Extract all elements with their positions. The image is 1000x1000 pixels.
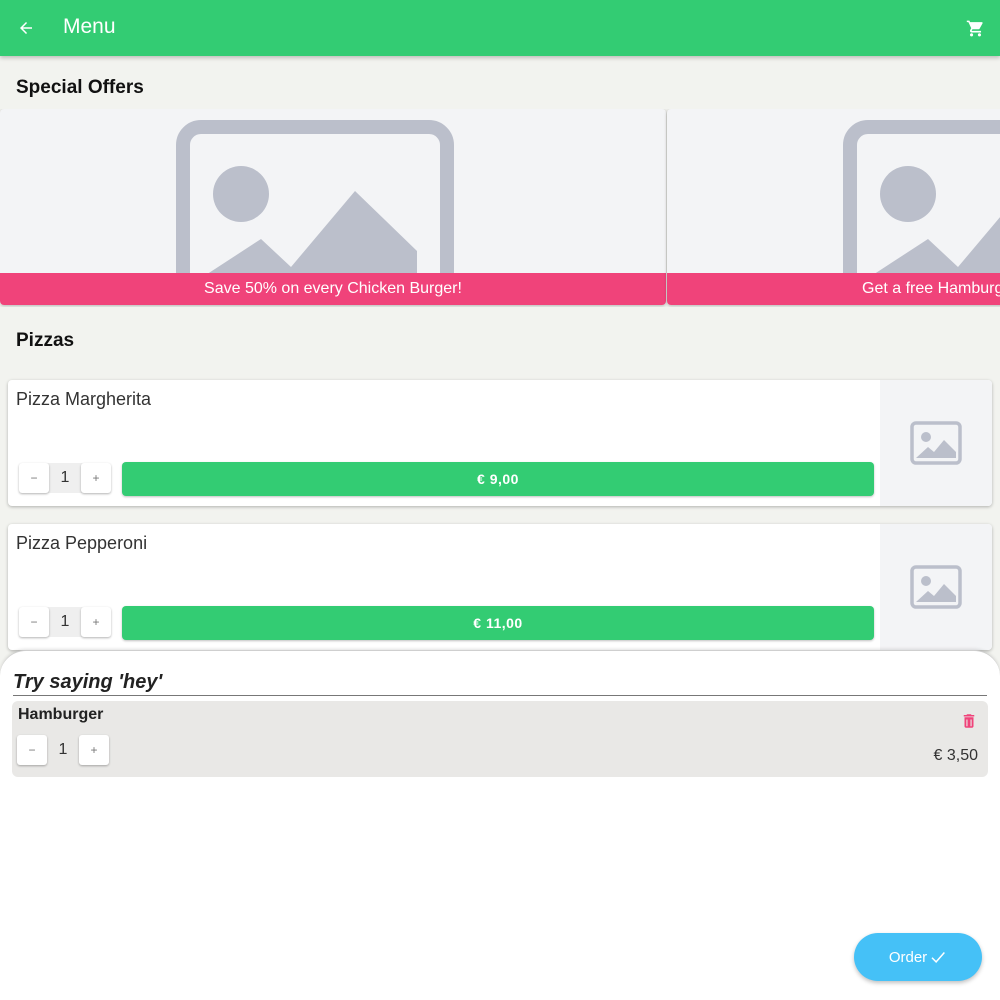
add-to-order-button[interactable]: € 11,00	[122, 606, 874, 640]
menu-item-card: Pizza Margherita − 1 + € 9,00	[8, 380, 992, 506]
menu-item-name: Pizza Pepperoni	[16, 533, 148, 553]
offer-card[interactable]: Save 50% on every Chicken Burger!	[0, 109, 666, 305]
increment-button[interactable]: +	[81, 463, 111, 493]
image-placeholder-icon	[176, 120, 454, 279]
increment-button[interactable]: +	[79, 735, 109, 765]
quantity-stepper: − 1 +	[19, 607, 111, 637]
menu-item-card: Pizza Pepperoni − 1 + € 11,00	[8, 524, 992, 650]
decrement-button[interactable]: −	[17, 735, 47, 765]
order-item: Hamburger − 1 + € 3,50	[12, 701, 988, 777]
image-placeholder-icon	[843, 120, 1000, 279]
cart-icon	[966, 20, 983, 36]
checkmark-icon	[931, 952, 946, 963]
offer-card[interactable]: Get a free Hamburger	[667, 109, 1000, 305]
menu-item-name: Pizza Margherita	[16, 389, 152, 409]
image-placeholder-icon	[910, 421, 962, 465]
quantity-value: 1	[60, 469, 70, 486]
decrement-button[interactable]: −	[19, 607, 49, 637]
offers-carousel[interactable]: Save 50% on every Chicken Burger! Get a …	[0, 109, 1000, 307]
app-bar: Menu	[0, 0, 1000, 56]
quantity-stepper: − 1 +	[19, 463, 111, 493]
menu-item-image	[880, 524, 992, 650]
quantity-value: 1	[60, 613, 70, 630]
menu-item-image	[880, 380, 992, 506]
order-item-price: € 3,50	[933, 747, 978, 764]
order-button[interactable]: Order	[854, 933, 982, 981]
increment-button[interactable]: +	[81, 607, 111, 637]
order-item-name: Hamburger	[18, 706, 104, 723]
trash-icon[interactable]	[960, 711, 978, 731]
add-to-order-button[interactable]: € 9,00	[122, 462, 874, 496]
decrement-button[interactable]: −	[19, 463, 49, 493]
order-button-label: Order	[888, 948, 928, 966]
quantity-value: 1	[58, 741, 68, 758]
quantity-stepper: − 1 +	[17, 735, 109, 765]
arrow-left-icon	[20, 22, 32, 34]
image-placeholder-icon	[910, 565, 962, 609]
category-heading: Pizzas	[16, 330, 75, 351]
offer-banner: Get a free Hamburger	[667, 273, 1000, 305]
offer-banner: Save 50% on every Chicken Burger!	[0, 273, 666, 305]
page-title: Menu	[63, 15, 116, 38]
order-sheet: Hamburger − 1 + € 3,50 Order	[0, 650, 1000, 1000]
back-button[interactable]	[12, 14, 40, 42]
special-offers-heading: Special Offers	[16, 77, 144, 98]
voice-command-input[interactable]	[13, 669, 987, 696]
cart-button[interactable]	[962, 15, 988, 41]
